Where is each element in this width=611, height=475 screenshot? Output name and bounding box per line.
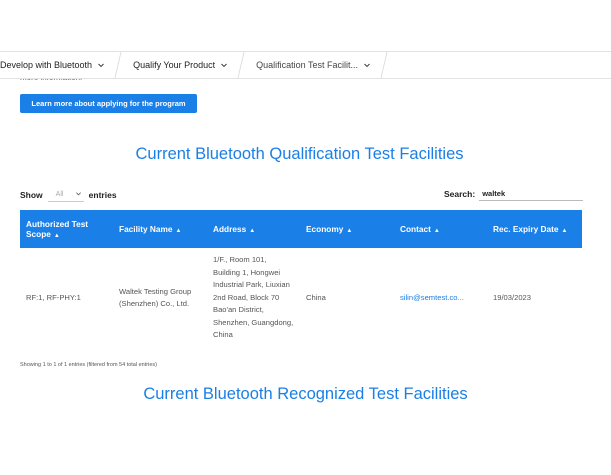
entries-control: Show All entries bbox=[20, 188, 117, 202]
breadcrumb-item-qualify[interactable]: Qualify Your Product bbox=[123, 52, 246, 78]
header-label: Contact bbox=[400, 224, 431, 234]
cell-scope: RF:1, RF-PHY:1 bbox=[26, 292, 81, 302]
entries-label: entries bbox=[88, 190, 117, 200]
breadcrumb-label: Develop with Bluetooth bbox=[0, 60, 93, 70]
chevron-down-icon bbox=[75, 190, 82, 199]
section-title-recognized: Current Bluetooth Recognized Test Facili… bbox=[143, 385, 468, 403]
header-scope[interactable]: Authorized Test Scope ▲ bbox=[20, 210, 113, 248]
header-label: Facility Name bbox=[119, 224, 173, 234]
cell-name: Waltek Testing Group (Shenzhen) Co., Ltd… bbox=[119, 286, 192, 309]
chevron-down-icon bbox=[97, 61, 105, 69]
sort-arrow-icon: ▲ bbox=[249, 228, 256, 234]
header-contact[interactable]: Contact ▲ bbox=[394, 210, 487, 248]
breadcrumb-separator bbox=[380, 52, 388, 78]
header-name[interactable]: Facility Name ▲ bbox=[113, 210, 207, 248]
sort-arrow-icon: ▲ bbox=[433, 228, 440, 234]
breadcrumb-separator bbox=[237, 52, 245, 78]
header-address[interactable]: Address ▲ bbox=[207, 210, 300, 248]
sort-arrow-icon: ▲ bbox=[53, 233, 60, 239]
facilities-table: Authorized Test Scope ▲ Facility Name ▲ Ad… bbox=[20, 210, 582, 348]
header-label: Rec. Expiry Date bbox=[493, 224, 559, 234]
contact-email-link[interactable]: silin@semtest.co... bbox=[400, 293, 464, 302]
sort-arrow-icon: ▲ bbox=[175, 228, 182, 234]
table-header-row: Authorized Test Scope ▲ Facility Name ▲ Ad… bbox=[20, 210, 582, 248]
breadcrumb-separator bbox=[114, 52, 122, 78]
chevron-down-icon bbox=[363, 61, 371, 69]
breadcrumb-label: Qualification Test Facilit... bbox=[256, 60, 358, 70]
cell-contact: silin@semtest.co... bbox=[394, 248, 487, 348]
breadcrumb-label: Qualify Your Product bbox=[133, 60, 216, 70]
table-info: Showing 1 to 1 of 1 entries (filtered fr… bbox=[20, 362, 157, 368]
breadcrumb-item-current[interactable]: Qualification Test Facilit... bbox=[246, 52, 389, 78]
table-row: RF:1, RF-PHY:1 Waltek Testing Group (She… bbox=[20, 248, 582, 348]
search-control: Search: waltek bbox=[444, 187, 584, 201]
cell-address: 1/F., Room 101, Building 1, Hongwei Indu… bbox=[213, 255, 294, 340]
cell-economy: China bbox=[306, 292, 326, 302]
search-label: Search: bbox=[444, 189, 476, 199]
search-input[interactable]: waltek bbox=[479, 187, 584, 201]
header-economy[interactable]: Economy ▲ bbox=[300, 210, 394, 248]
chevron-down-icon bbox=[220, 61, 228, 69]
entries-select-value: All bbox=[55, 191, 64, 198]
cell-expiry: 19/03/2023 bbox=[493, 292, 532, 302]
entries-select[interactable]: All bbox=[47, 188, 84, 202]
show-label: Show bbox=[20, 190, 43, 200]
breadcrumb: Develop with Bluetooth Qualify Your Prod… bbox=[0, 51, 611, 79]
section-title-qualification: Current Bluetooth Qualification Test Fac… bbox=[135, 145, 464, 163]
header-label: Address bbox=[213, 224, 247, 234]
header-label: Economy bbox=[306, 224, 344, 234]
learn-more-button[interactable]: Learn more about applying for the progra… bbox=[20, 94, 197, 113]
header-expiry[interactable]: Rec. Expiry Date ▲ bbox=[487, 210, 582, 248]
sort-arrow-icon: ▲ bbox=[561, 228, 568, 234]
sort-arrow-icon: ▲ bbox=[346, 228, 353, 234]
breadcrumb-item-develop[interactable]: Develop with Bluetooth bbox=[0, 52, 123, 78]
